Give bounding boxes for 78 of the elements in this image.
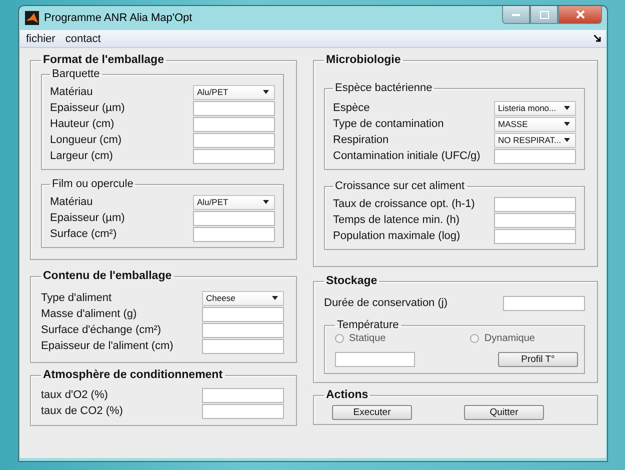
input-field[interactable] (202, 338, 284, 354)
field-label: Population maximale (log) (333, 230, 460, 242)
dropdown[interactable]: Cheese (202, 290, 284, 306)
field-label: Taux de croissance opt. (h-1) (333, 198, 475, 210)
field-label: taux d'O2 (%) (41, 389, 108, 401)
action-button[interactable]: Quitter (464, 405, 544, 420)
caret-icon (272, 296, 278, 300)
field-label: Respiration (333, 134, 389, 146)
dropdown[interactable]: Alu/PET (193, 194, 275, 210)
group-title: Barquette (51, 68, 101, 80)
input-field[interactable] (193, 210, 275, 226)
maximize-button[interactable] (530, 6, 558, 24)
field-label: Type d'aliment (41, 292, 112, 304)
field-label: Matériau (50, 86, 93, 98)
group-title: Température (336, 319, 400, 331)
minimize-icon (512, 13, 520, 16)
input-field[interactable] (494, 228, 576, 244)
caret-icon (564, 122, 570, 126)
field-label: Type de contamination (333, 118, 444, 130)
caret-icon (263, 200, 269, 204)
action-button[interactable]: Executer (332, 405, 412, 420)
dropdown[interactable]: Listeria mono... (494, 100, 576, 116)
caret-icon (564, 138, 570, 142)
input-field[interactable] (494, 212, 576, 228)
input-field[interactable] (202, 322, 284, 338)
group-title: Espèce bactérienne (334, 82, 434, 94)
field-label: Temps de latence min. (h) (333, 214, 460, 226)
window-title: Programme ANR Alia Map'Opt (44, 12, 192, 24)
input-field[interactable] (503, 296, 585, 310)
field-label: Durée de conservation (j) (324, 297, 448, 309)
input-field[interactable] (202, 306, 284, 322)
field-label: Surface (cm²) (50, 228, 117, 240)
dropdown[interactable]: MASSE (494, 116, 576, 132)
input-field[interactable] (193, 148, 275, 164)
field-label: Hauteur (cm) (50, 118, 114, 130)
undock-arrow-icon[interactable] (594, 35, 601, 42)
panel-title: Contenu de l'emballage (42, 270, 173, 282)
menu-item[interactable]: fichier (26, 32, 56, 44)
radio-option[interactable]: Statique (335, 333, 386, 344)
panel-title: Atmosphère de conditionnement (42, 369, 224, 381)
input-field[interactable] (494, 148, 576, 164)
field-label: Largeur (cm) (50, 150, 113, 162)
input-field[interactable] (193, 226, 275, 242)
profile-button[interactable]: Profil T° (498, 352, 578, 367)
close-button[interactable] (558, 6, 602, 24)
caret-icon (564, 106, 570, 110)
input-field[interactable] (193, 132, 275, 148)
input-field[interactable] (193, 116, 275, 132)
app-logo-icon (25, 11, 39, 25)
panel-title: Format de l'emballage (42, 54, 165, 66)
group-title: Film ou opercule (51, 178, 134, 190)
input-field[interactable] (202, 404, 284, 418)
menu-item[interactable]: contact (65, 32, 101, 44)
panel-title: Actions (325, 389, 370, 401)
field-label: Epaisseur de l'aliment (cm) (41, 340, 174, 352)
field-label: Matériau (50, 196, 93, 208)
input-field[interactable] (193, 100, 275, 116)
field-label: Contamination initiale (UFC/g) (333, 150, 480, 162)
field-label: Epaisseur (µm) (50, 212, 125, 224)
field-label: Epaisseur (µm) (50, 102, 125, 114)
input-field[interactable] (494, 196, 576, 212)
dropdown[interactable]: Alu/PET (193, 84, 275, 100)
minimize-button[interactable] (502, 6, 530, 24)
input-field[interactable] (335, 352, 415, 367)
field-label: Masse d'aliment (g) (41, 308, 137, 320)
group-title: Croissance sur cet aliment (334, 180, 466, 192)
field-label: Espèce (333, 102, 370, 114)
panel-title: Microbiologie (325, 54, 402, 66)
field-label: Longueur (cm) (50, 134, 122, 146)
caret-icon (263, 90, 269, 94)
maximize-icon (540, 10, 548, 18)
input-field[interactable] (202, 388, 284, 402)
radio-option[interactable]: Dynamique (470, 333, 535, 344)
field-label: Surface d'échange (cm²) (41, 324, 162, 336)
field-label: taux de CO2 (%) (41, 405, 123, 417)
close-icon (576, 10, 584, 19)
dropdown[interactable]: NO RESPIRAT... (494, 132, 576, 148)
panel-title: Stockage (325, 275, 378, 287)
